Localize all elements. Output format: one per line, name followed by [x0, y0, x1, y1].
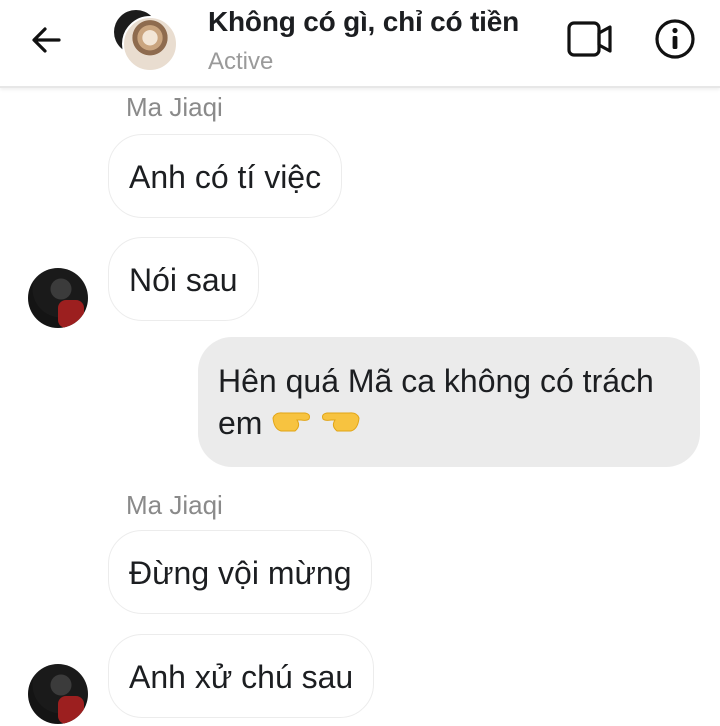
message-bubble[interactable]: Đừng vội mừng [108, 530, 373, 614]
video-call-button[interactable] [566, 18, 616, 60]
sender-avatar[interactable] [28, 664, 88, 724]
avatar [122, 16, 178, 72]
message-bubble[interactable]: Nói sau [108, 237, 259, 321]
chat-title[interactable]: Không có gì, chỉ có tiền [208, 6, 519, 38]
video-camera-icon [567, 21, 612, 57]
info-button[interactable] [654, 18, 696, 60]
back-button[interactable] [26, 20, 66, 60]
chat-header: Không có gì, chỉ có tiền Active [0, 0, 720, 88]
message-bubble[interactable]: Anh xử chú sau [108, 634, 375, 718]
arrow-left-icon [32, 27, 61, 53]
sender-avatar[interactable] [28, 268, 88, 328]
sender-name: Ma Jiaqi [126, 92, 223, 122]
outgoing-message-bubble[interactable]: Hên quá Mã ca không có trách em [198, 337, 700, 467]
message-bubble[interactable]: Anh có tí việc [108, 134, 343, 218]
chat-avatar[interactable] [114, 10, 178, 72]
pointing-hands-emoji-icon [271, 404, 360, 432]
sender-name: Ma Jiaqi [126, 490, 223, 520]
active-status: Active [208, 48, 274, 75]
info-icon [655, 19, 695, 59]
